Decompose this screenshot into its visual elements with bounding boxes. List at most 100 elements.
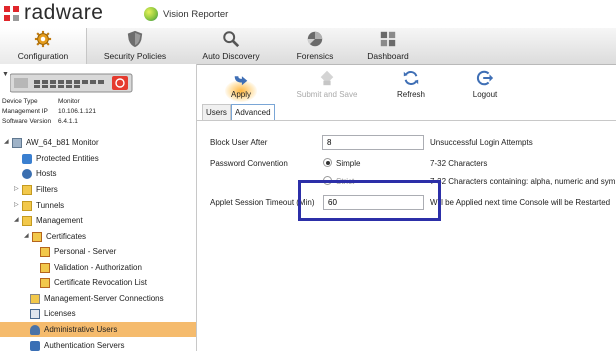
nav-label: Security Policies: [103, 51, 167, 61]
tree-label: Certificate Revocation List: [54, 278, 147, 287]
block-user-label: Block User After: [210, 138, 268, 147]
tree-label: Management-Server Connections: [44, 294, 164, 303]
shield-icon: [127, 30, 143, 48]
tree-item-filters[interactable]: ▷ Filters: [14, 182, 58, 197]
tree-item-certificates[interactable]: ◢ Certificates: [24, 229, 86, 244]
tree-label: Licenses: [44, 309, 76, 318]
certificate-icon: [40, 277, 50, 288]
session-timeout-note: Will be Applied next time Console will b…: [430, 198, 611, 207]
expand-arrow-icon[interactable]: ▷: [14, 182, 22, 197]
password-convention-label: Password Convention: [210, 159, 288, 168]
refresh-label: Refresh: [396, 90, 425, 99]
hosts-icon: [22, 168, 32, 179]
tab-divider: [197, 120, 616, 121]
tree-label: Authentication Servers: [44, 341, 125, 350]
certificate-icon: [40, 262, 50, 273]
nav-label: Dashboard: [367, 51, 409, 61]
folder-icon: [22, 200, 32, 211]
left-pane: ▼ Device Type Monitor Management IP 10.1…: [0, 64, 197, 351]
tree-label: Certificates: [46, 232, 87, 241]
logout-button[interactable]: Logout: [445, 64, 525, 99]
device-type-label: Device Type: [2, 98, 38, 105]
nav-label: Configuration: [17, 51, 69, 61]
apply-arrow-icon: [234, 76, 248, 86]
software-version-value: 6.4.1.1: [58, 118, 78, 125]
vision-reporter-link[interactable]: Vision Reporter: [163, 9, 228, 20]
tab-users[interactable]: Users: [202, 104, 231, 120]
collapse-arrow-icon[interactable]: ◢: [14, 213, 22, 228]
tree-item-administrative-users[interactable]: Administrative Users: [0, 322, 196, 337]
top-bar: radware Vision Reporter: [0, 0, 616, 28]
management-ip-label: Management IP: [2, 108, 48, 115]
tree-label: Hosts: [36, 169, 57, 178]
nav-security-policies[interactable]: Security Policies: [92, 28, 178, 64]
magnifier-icon: [223, 31, 240, 48]
nav-configuration[interactable]: Configuration: [0, 28, 87, 65]
license-icon: [30, 308, 40, 319]
block-user-input[interactable]: [322, 135, 424, 150]
tree-item-tunnels[interactable]: ▷ Tunnels: [14, 198, 64, 213]
gear-icon: [34, 30, 52, 48]
nav-dashboard[interactable]: Dashboard: [345, 28, 431, 64]
submit-save-icon: [320, 70, 334, 86]
tree-item-monitor[interactable]: ◢ AW_64_b81 Monitor: [4, 135, 99, 150]
expand-arrow-icon[interactable]: ▷: [14, 198, 22, 213]
simple-radio[interactable]: [323, 158, 332, 167]
collapse-arrow-icon[interactable]: ◢: [24, 229, 32, 244]
tree-item-personal-server[interactable]: Personal - Server: [32, 244, 116, 259]
block-user-unit: Unsuccessful Login Attempts: [430, 138, 533, 147]
user-icon: [30, 324, 40, 335]
software-version-label: Software Version: [2, 118, 52, 125]
forensics-icon: [307, 31, 323, 47]
device-image: [10, 73, 133, 93]
tree-item-certificate-revocation-list[interactable]: Certificate Revocation List: [32, 275, 147, 290]
logout-label: Logout: [472, 90, 498, 99]
vision-reporter-icon[interactable]: [144, 7, 158, 21]
device-menu-arrow-icon[interactable]: ▼: [2, 71, 9, 78]
main-nav: Configuration Security Policies Auto Dis…: [0, 28, 616, 65]
dashboard-icon: [380, 31, 396, 47]
radware-logo-icon: [4, 6, 19, 21]
certificate-icon: [40, 246, 50, 257]
tree-item-management[interactable]: ◢ Management: [14, 213, 83, 228]
submit-and-save-button[interactable]: Submit and Save: [287, 64, 367, 99]
tree-item-licenses[interactable]: Licenses: [22, 306, 76, 321]
tree-label: AW_64_b81 Monitor: [26, 138, 99, 147]
tree-label: Protected Entities: [36, 154, 99, 163]
simple-option-label: Simple: [336, 159, 361, 168]
tree-item-validation-authorization[interactable]: Validation - Authorization: [32, 260, 142, 275]
logout-icon: [476, 70, 494, 86]
nav-auto-discovery[interactable]: Auto Discovery: [188, 28, 274, 64]
brand-name: radware: [24, 1, 104, 24]
connections-icon: [30, 293, 40, 304]
apply-label: Apply: [230, 90, 251, 99]
device-type-value: Monitor: [58, 98, 80, 105]
device-node-icon: [12, 137, 22, 148]
management-ip-value: 10.106.1.121: [58, 108, 96, 115]
submit-and-save-label: Submit and Save: [296, 90, 358, 99]
annotation-highlight-box: [298, 180, 441, 221]
tree-label: Personal - Server: [54, 247, 117, 256]
toolbar: Apply Submit and Save Refresh Logout: [197, 64, 616, 104]
nav-label: Auto Discovery: [202, 51, 260, 61]
tree-item-management-server-connections[interactable]: Management-Server Connections: [22, 291, 164, 306]
tree-item-protected-entities[interactable]: Protected Entities: [14, 151, 99, 166]
collapse-arrow-icon[interactable]: ◢: [4, 135, 12, 150]
refresh-icon: [403, 71, 419, 85]
tree-item-hosts[interactable]: Hosts: [14, 166, 56, 181]
folder-icon: [22, 184, 32, 195]
tree-label: Tunnels: [36, 201, 65, 210]
tree-label: Administrative Users: [44, 325, 118, 334]
certificate-icon: [32, 231, 42, 242]
strict-option-desc: 7-32 Characters containing: alpha, numer…: [430, 177, 616, 186]
apply-button[interactable]: Apply: [201, 64, 281, 102]
refresh-button[interactable]: Refresh: [371, 64, 451, 99]
folder-icon: [22, 215, 32, 226]
tree-label: Validation - Authorization: [54, 263, 142, 272]
tab-advanced[interactable]: Advanced: [231, 104, 275, 120]
tree-label: Management: [36, 216, 83, 225]
auth-server-icon: [30, 340, 40, 351]
tree-label: Filters: [36, 185, 58, 194]
entities-icon: [22, 153, 32, 164]
simple-option-desc: 7-32 Characters: [430, 159, 488, 168]
